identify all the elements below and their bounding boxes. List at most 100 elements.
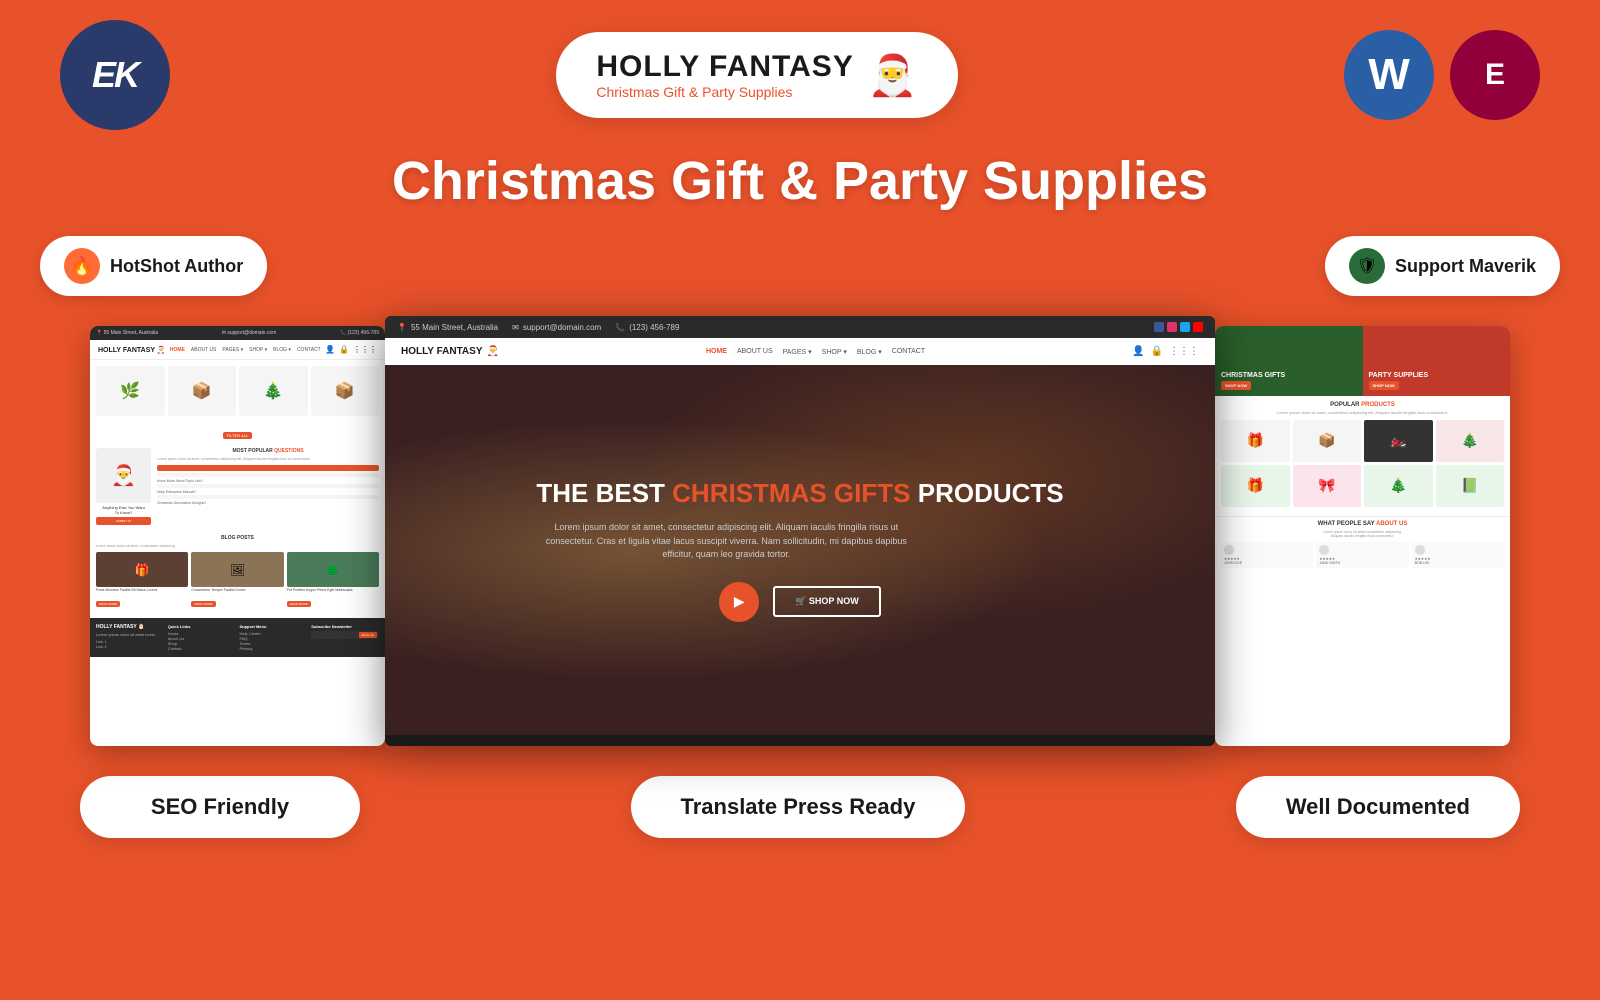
grid-icon[interactable]: ⋮⋮⋮ bbox=[1169, 346, 1199, 357]
center-logo-title: HOLLY FANTASY bbox=[596, 50, 853, 84]
faq-caption: Anything Else You WantTo Know? bbox=[96, 505, 151, 515]
translate-badge: Translate Press Ready bbox=[631, 776, 966, 838]
footer-col-4: Subscribe Newsletter SIGN UP bbox=[311, 624, 379, 651]
faq-content: MOST POPULAR QUESTIONS Lorem ipsum dolor… bbox=[157, 448, 379, 505]
center-phone: 📞 (123) 456-789 bbox=[615, 323, 679, 332]
popular-products-grid: 🎁 📦 🏍️ 🎄 bbox=[1221, 420, 1504, 462]
footer-col-1: HOLLY FANTASY 🎅 Lorem ipsum dolor sit am… bbox=[96, 624, 164, 651]
nav-pages[interactable]: PAGES ▾ bbox=[783, 348, 812, 356]
popular-products-grid-2: 🎁 🎀 🎄 📗 bbox=[1221, 465, 1504, 507]
preview-left-header: 📍 55 Main Street, Australia ✉ support@do… bbox=[90, 326, 385, 340]
left-faq-section: 🎅 Anything Else You WantTo Know? SUBMIT … bbox=[90, 444, 385, 529]
christmas-gifts-panel: CHRISTMAS GIFTS SHOP NOW bbox=[1215, 326, 1363, 396]
right-popular: POPULAR PRODUCTS Lorem ipsum dolor sit a… bbox=[1215, 396, 1510, 516]
blog-item-1: 🎁 Porta Mincetur Facilisi Sit Natos Lore… bbox=[96, 552, 188, 610]
faq-title: MOST POPULAR QUESTIONS bbox=[157, 448, 379, 454]
hotshot-badge: 🔥 HotShot Author bbox=[40, 236, 267, 296]
center-hero: THE BEST CHRISTMAS GIFTS PRODUCTS Lorem … bbox=[385, 365, 1215, 735]
youtube-icon bbox=[1193, 322, 1203, 332]
elementor-letter: E bbox=[1485, 58, 1505, 92]
faq-desc: Lorem ipsum dolor sit amet, consectetur … bbox=[157, 457, 379, 462]
popular-product-8: 📗 bbox=[1436, 465, 1505, 507]
preview-left-nav: HOLLY FANTASY 🎅 HOME ABOUT USPAGES ▾SHOP… bbox=[90, 340, 385, 360]
nav-home[interactable]: HOME bbox=[706, 348, 727, 356]
hotshot-flame: 🔥 bbox=[71, 256, 93, 277]
lock-icon[interactable]: 🔒 bbox=[1151, 346, 1163, 357]
shop-now-button[interactable]: 🛒 SHOP NOW bbox=[773, 586, 881, 617]
popular-product-4: 🎄 bbox=[1436, 420, 1505, 462]
main-title: Christmas Gift & Party Supplies bbox=[0, 150, 1600, 212]
submit-btn[interactable]: SUBMIT IT! bbox=[96, 517, 151, 525]
read-more-2[interactable]: READ MORE bbox=[191, 601, 215, 607]
nav-brand-text: HOLLY FANTASY bbox=[401, 346, 483, 357]
right-top-images: CHRISTMAS GIFTS SHOP NOW PARTY SUPPLIES … bbox=[1215, 326, 1510, 396]
left-email: ✉ support@domain.com bbox=[222, 330, 277, 336]
testimonials-desc: Lorem ipsum dolor sit amet consectetur a… bbox=[1221, 530, 1504, 538]
preview-left: 📍 55 Main Street, Australia ✉ support@do… bbox=[90, 326, 385, 746]
popular-product-7: 🎄 bbox=[1364, 465, 1433, 507]
support-icon: 🛡 bbox=[1349, 248, 1385, 284]
faq-q2: Holly Enterprise Manual? bbox=[157, 490, 379, 494]
hero-title: THE BEST CHRISTMAS GIFTS PRODUCTS bbox=[536, 478, 1063, 509]
faq-item-active bbox=[157, 465, 379, 471]
blog-text-2: Consectetur Tempor Facilisi Donec bbox=[191, 588, 283, 592]
blog-item-2: 🖼 Consectetur Tempor Facilisi Donec READ… bbox=[191, 552, 283, 610]
popular-product-5: 🎁 bbox=[1221, 465, 1290, 507]
preview-center: 📍 55 Main Street, Australia ✉ support@do… bbox=[385, 316, 1215, 746]
avatar-1 bbox=[1224, 545, 1234, 555]
center-nav-links: HOME ABOUT US PAGES ▾ SHOP ▾ BLOG ▾ CONT… bbox=[706, 348, 925, 356]
center-nav-brand: HOLLY FANTASY 🎅 bbox=[401, 346, 499, 357]
footer-col-3: Support Menu Help CenterFAQTermsPrivacy bbox=[240, 624, 308, 651]
support-badge: 🛡 Support Maverik bbox=[1325, 236, 1560, 296]
party-panel-content: PARTY SUPPLIES SHOP NOW bbox=[1369, 372, 1429, 390]
social-icons bbox=[1154, 322, 1203, 332]
left-product-2: 📦 bbox=[168, 366, 237, 416]
center-phone-text: (123) 456-789 bbox=[629, 323, 679, 332]
left-address: 📍 55 Main Street, Australia bbox=[96, 330, 158, 336]
badges-row: 🔥 HotShot Author 🛡 Support Maverik bbox=[0, 236, 1600, 296]
avatar-3 bbox=[1415, 545, 1425, 555]
center-email-text: support@domain.com bbox=[523, 323, 601, 332]
testimonial-2: ★★★★★ JANE SMITH bbox=[1316, 542, 1408, 568]
party-shop-btn[interactable]: SHOP NOW bbox=[1369, 381, 1399, 390]
footer-links-1: Link 1Link 2 bbox=[96, 639, 164, 649]
footer-quick-title: Quick Links bbox=[168, 624, 236, 629]
user-icon[interactable]: 👤 bbox=[1132, 346, 1144, 357]
right-testimonials: WHAT PEOPLE SAY ABOUT US Lorem ipsum dol… bbox=[1215, 516, 1510, 572]
footer-email-input[interactable]: SIGN UP bbox=[311, 631, 379, 639]
bottom-badges: SEO Friendly Translate Press Ready Well … bbox=[0, 746, 1600, 838]
hero-content: THE BEST CHRISTMAS GIFTS PRODUCTS Lorem … bbox=[536, 478, 1063, 622]
nav-shop[interactable]: SHOP ▾ bbox=[822, 348, 847, 356]
read-more-1[interactable]: READ MORE bbox=[96, 601, 120, 607]
testimonial-author-3: BOB LEE bbox=[1415, 561, 1501, 565]
center-nav-actions: 👤 🔒 ⋮⋮⋮ bbox=[1132, 346, 1199, 357]
testimonial-author-1: JOHN DOE bbox=[1224, 561, 1310, 565]
testimonial-1: ★★★★★ JOHN DOE bbox=[1221, 542, 1313, 568]
twitter-icon bbox=[1180, 322, 1190, 332]
center-topbar-info: 📍 55 Main Street, Australia ✉ support@do… bbox=[397, 323, 679, 332]
christmas-label: CHRISTMAS GIFTS bbox=[1221, 372, 1285, 379]
blog-img-1: 🎁 bbox=[96, 552, 188, 587]
left-phone: 📞 (123) 456-789 bbox=[340, 330, 379, 336]
christmas-shop-btn[interactable]: SHOP NOW bbox=[1221, 381, 1251, 390]
filter-button[interactable]: FILTER ALL bbox=[223, 432, 253, 439]
faq-item-3 bbox=[157, 495, 379, 499]
center-logo-text: HOLLY FANTASY Christmas Gift & Party Sup… bbox=[596, 50, 853, 100]
popular-product-2: 📦 bbox=[1293, 420, 1362, 462]
read-more-3[interactable]: READ MORE bbox=[287, 601, 311, 607]
right-logos: W E bbox=[1344, 30, 1540, 120]
faq-q3: Christmas Decoration Designs? bbox=[157, 501, 379, 505]
preview-right: CHRISTMAS GIFTS SHOP NOW PARTY SUPPLIES … bbox=[1215, 326, 1510, 746]
play-button[interactable]: ▶ bbox=[719, 582, 759, 622]
testimonial-3: ★★★★★ BOB LEE bbox=[1412, 542, 1504, 568]
nav-about[interactable]: ABOUT US bbox=[737, 348, 773, 356]
party-supplies-panel: PARTY SUPPLIES SHOP NOW bbox=[1363, 326, 1511, 396]
blog-text-1: Porta Mincetur Facilisi Sit Natos Loremi bbox=[96, 588, 188, 592]
facebook-icon bbox=[1154, 322, 1164, 332]
documented-badge: Well Documented bbox=[1236, 776, 1520, 838]
christmas-panel-content: CHRISTMAS GIFTS SHOP NOW bbox=[1221, 372, 1285, 390]
subscribe-btn[interactable]: SIGN UP bbox=[359, 632, 377, 638]
support-label: Support Maverik bbox=[1395, 256, 1536, 277]
nav-contact[interactable]: CONTACT bbox=[892, 348, 925, 356]
nav-blog[interactable]: BLOG ▾ bbox=[857, 348, 882, 356]
